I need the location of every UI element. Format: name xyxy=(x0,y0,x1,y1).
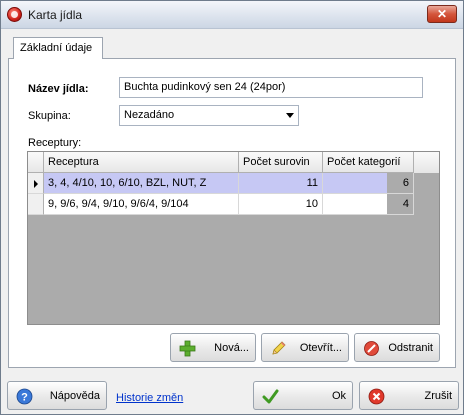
recipes-label: Receptury: xyxy=(28,137,82,149)
meal-name-value: Buchta pudinkový sen 24 (24por) xyxy=(124,81,286,93)
grid-header: Receptura Počet surovin Počet kategorií xyxy=(28,152,439,173)
window-title: Karta jídla xyxy=(28,8,83,22)
header-corner xyxy=(28,152,44,173)
ok-label: Ok xyxy=(331,390,346,402)
open-recipe-label: Otevřít... xyxy=(299,342,342,354)
cancel-label: Zrušit xyxy=(424,390,453,402)
cell-recipe[interactable]: 3, 4, 4/10, 10, 6/10, BZL, NUT, Z xyxy=(44,173,239,194)
close-icon: ✕ xyxy=(436,7,448,21)
help-icon: ? xyxy=(16,388,33,405)
cell-categories[interactable]: 4 xyxy=(323,194,414,215)
cell-ingredients[interactable]: 11 xyxy=(239,173,323,194)
close-button[interactable]: ✕ xyxy=(427,5,457,23)
tab-zakladni-udaje[interactable]: Základní údaje xyxy=(13,37,103,59)
remove-recipe-button[interactable]: Odstranit xyxy=(354,333,440,362)
group-select[interactable]: Nezadáno xyxy=(119,105,299,126)
column-header-receptura[interactable]: Receptura xyxy=(44,152,239,173)
checkmark-icon xyxy=(262,389,279,404)
svg-text:?: ? xyxy=(21,392,28,404)
column-header-pocet-surovin[interactable]: Počet surovin xyxy=(239,152,323,173)
remove-recipe-label: Odstranit xyxy=(388,342,433,354)
group-label: Skupina: xyxy=(28,110,71,122)
ok-button[interactable]: Ok xyxy=(253,381,353,410)
open-recipe-button[interactable]: Otevřít... xyxy=(261,333,349,362)
cell-categories[interactable]: 6 xyxy=(323,173,414,194)
pencil-icon xyxy=(272,341,286,355)
help-label: Nápověda xyxy=(49,390,100,402)
dialog-window: Karta jídla ✕ Základní údaje Název jídla… xyxy=(0,0,464,415)
cancel-button[interactable]: Zrušit xyxy=(359,381,459,410)
row-pointer-icon xyxy=(34,180,38,188)
new-recipe-label: Nová... xyxy=(214,342,249,354)
history-link[interactable]: Historie změn xyxy=(116,392,183,404)
row-header[interactable] xyxy=(28,173,44,194)
row-header[interactable] xyxy=(28,194,44,215)
new-recipe-button[interactable]: Nová... xyxy=(170,333,256,362)
table-row[interactable]: 9, 9/6, 9/4, 9/10, 9/6/4, 9/104 10 4 xyxy=(28,194,414,215)
cell-ingredients[interactable]: 10 xyxy=(239,194,323,215)
recipes-grid[interactable]: Receptura Počet surovin Počet kategorií … xyxy=(27,151,440,325)
plus-icon xyxy=(179,340,196,357)
delete-icon xyxy=(364,341,379,356)
cancel-icon xyxy=(368,388,385,405)
cell-recipe[interactable]: 9, 9/6, 9/4, 9/10, 9/6/4, 9/104 xyxy=(44,194,239,215)
app-icon xyxy=(7,7,22,22)
chevron-down-icon xyxy=(286,113,294,118)
tab-label: Základní údaje xyxy=(20,42,93,54)
meal-name-label: Název jídla: xyxy=(28,83,89,95)
help-button[interactable]: ? Nápověda xyxy=(7,381,107,410)
table-row[interactable]: 3, 4, 4/10, 10, 6/10, BZL, NUT, Z 11 6 xyxy=(28,173,414,194)
group-value: Nezadáno xyxy=(124,109,175,121)
meal-name-input[interactable]: Buchta pudinkový sen 24 (24por) xyxy=(119,77,423,98)
title-bar[interactable]: Karta jídla ✕ xyxy=(1,1,463,29)
column-header-pocet-kategorii[interactable]: Počet kategorií xyxy=(323,152,414,173)
